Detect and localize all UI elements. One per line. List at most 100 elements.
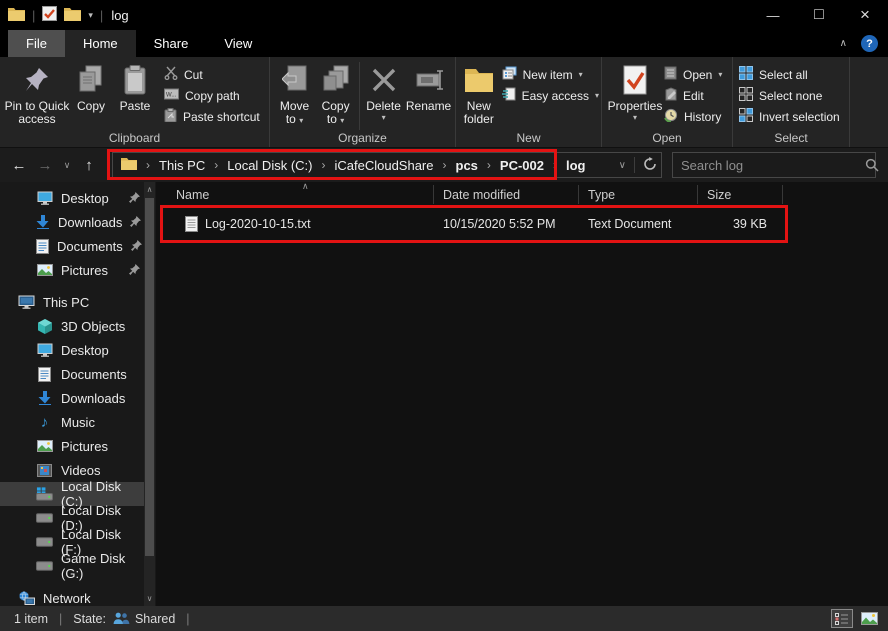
- open-dropdown-icon: ▾: [718, 70, 722, 80]
- sidebar-item-downloads[interactable]: Downloads: [0, 386, 144, 410]
- text-file-icon: [185, 216, 198, 235]
- group-label-new: New: [456, 131, 601, 145]
- refresh-icon[interactable]: [643, 157, 657, 174]
- group-label-select: Select: [733, 131, 849, 145]
- scrollbar-thumb[interactable]: [145, 198, 154, 556]
- rename-button[interactable]: Rename: [404, 60, 453, 113]
- paste-button[interactable]: Paste: [112, 60, 158, 113]
- search-box[interactable]: [672, 152, 876, 178]
- desktop-icon: [36, 191, 53, 205]
- sidebar-item-pictures-qa[interactable]: Pictures: [0, 258, 144, 282]
- sidebar-item-pictures[interactable]: Pictures: [0, 434, 144, 458]
- breadcrumb-icafecloudshare[interactable]: iCafeCloudShare: [334, 158, 433, 173]
- sidebar-item-3d-objects[interactable]: 3D Objects: [0, 314, 144, 338]
- sidebar-item-downloads-qa[interactable]: Downloads: [0, 210, 144, 234]
- minimize-button[interactable]: —: [750, 0, 796, 30]
- column-header-name[interactable]: Name: [176, 184, 209, 206]
- back-button[interactable]: ←: [6, 157, 32, 174]
- up-button[interactable]: ↑: [76, 157, 102, 174]
- delete-icon: [371, 62, 397, 98]
- breadcrumb-pcs[interactable]: pcs: [456, 158, 478, 173]
- status-bar: 1 item | State: Shared |: [0, 606, 888, 631]
- recent-locations-chevron-icon[interactable]: ∨: [58, 160, 76, 171]
- help-icon[interactable]: ?: [861, 35, 878, 52]
- copy-to-dropdown-icon: ▾: [340, 116, 344, 125]
- open-button[interactable]: Open ▾: [664, 64, 722, 85]
- sidebar-item-documents-qa[interactable]: Documents: [0, 234, 144, 258]
- pin-icon[interactable]: [131, 239, 142, 254]
- downloads-icon: [36, 215, 50, 229]
- tab-share[interactable]: Share: [136, 30, 207, 57]
- easy-access-button[interactable]: Easy access ▾: [502, 85, 599, 106]
- quick-access-toolbar: | ▾ |: [0, 6, 103, 24]
- svg-text:W...: W...: [166, 93, 177, 99]
- scroll-down-icon[interactable]: ∨: [144, 594, 155, 603]
- group-label-organize: Organize: [270, 131, 455, 145]
- easy-access-icon: [502, 87, 516, 104]
- invert-selection-button[interactable]: Invert selection: [739, 106, 840, 127]
- file-date-modified: 10/15/2020 5:52 PM: [443, 217, 556, 231]
- pin-icon[interactable]: [129, 263, 140, 278]
- paste-shortcut-button[interactable]: Paste shortcut: [164, 106, 260, 127]
- column-header-date-modified[interactable]: Date modified: [443, 184, 520, 206]
- search-input[interactable]: [673, 158, 865, 173]
- qat-properties-icon[interactable]: [42, 6, 57, 24]
- pin-to-quick-access-button[interactable]: Pin to Quick access: [4, 60, 70, 126]
- address-bar[interactable]: › This PC › Local Disk (C:) › iCafeCloud…: [112, 152, 662, 178]
- close-button[interactable]: ×: [842, 0, 888, 30]
- properties-button[interactable]: Properties▾: [606, 60, 664, 123]
- copy-to-button[interactable]: Copy to ▾: [315, 60, 356, 126]
- select-all-button[interactable]: Select all: [739, 64, 840, 85]
- tab-home[interactable]: Home: [65, 30, 136, 57]
- breadcrumb-local-disk-c[interactable]: Local Disk (C:): [227, 158, 312, 173]
- pin-icon: [24, 62, 50, 98]
- move-to-dropdown-icon: ▾: [299, 116, 303, 125]
- scroll-up-icon[interactable]: ∧: [144, 185, 155, 194]
- collapse-ribbon-icon[interactable]: ∧: [840, 38, 847, 49]
- forward-button[interactable]: →: [32, 157, 58, 174]
- edit-button[interactable]: Edit: [664, 85, 722, 106]
- pin-icon[interactable]: [129, 191, 140, 206]
- ribbon-tabstrip: File Home Share View ∧ ?: [0, 30, 888, 57]
- music-icon: ♪: [36, 414, 53, 431]
- sidebar-item-music[interactable]: ♪ Music: [0, 410, 144, 434]
- breadcrumb-this-pc[interactable]: This PC: [159, 158, 205, 173]
- sidebar-item-game-disk-g[interactable]: Game Disk (G:): [0, 554, 144, 578]
- qat-customize-chevron-icon[interactable]: ▾: [88, 10, 93, 20]
- delete-button[interactable]: Delete▾: [363, 60, 404, 123]
- sidebar-item-desktop[interactable]: Desktop: [0, 338, 144, 362]
- sort-ascending-icon: ∧: [302, 181, 309, 192]
- pin-icon[interactable]: [130, 215, 141, 230]
- sidebar-item-documents[interactable]: Documents: [0, 362, 144, 386]
- window-controls: — □ ×: [750, 0, 888, 30]
- tab-file[interactable]: File: [8, 30, 65, 57]
- sidebar-item-this-pc[interactable]: This PC: [0, 290, 144, 314]
- copy-button[interactable]: Copy: [70, 60, 112, 113]
- file-list-pane: ∧ Name Date modified Type Size Log-2020-…: [156, 182, 888, 606]
- maximize-button[interactable]: □: [796, 0, 842, 30]
- qat-new-folder-icon[interactable]: [64, 7, 81, 24]
- sidebar-item-desktop-qa[interactable]: Desktop: [0, 186, 144, 210]
- breadcrumb-log[interactable]: log: [566, 158, 586, 173]
- details-view-button[interactable]: [831, 609, 853, 628]
- tab-view[interactable]: View: [206, 30, 270, 57]
- cut-button[interactable]: Cut: [164, 64, 260, 85]
- new-item-button[interactable]: New item ▾: [502, 64, 599, 85]
- shared-people-icon: [113, 612, 130, 625]
- group-inner-divider: [359, 62, 360, 130]
- new-folder-button[interactable]: New folder: [460, 60, 498, 126]
- history-button[interactable]: History: [664, 106, 722, 127]
- breadcrumb-pc-002[interactable]: PC-002: [500, 158, 544, 173]
- address-dropdown-icon[interactable]: ∨: [619, 160, 626, 171]
- ribbon: Pin to Quick access Copy Paste: [0, 57, 888, 148]
- search-icon[interactable]: [865, 158, 887, 172]
- large-icons-view-button[interactable]: [858, 609, 880, 628]
- select-none-button[interactable]: Select none: [739, 85, 840, 106]
- sidebar-scrollbar[interactable]: ∧ ∨: [144, 182, 155, 606]
- move-to-button[interactable]: Move to ▾: [274, 60, 315, 126]
- column-header-size[interactable]: Size: [707, 184, 731, 206]
- drive-icon: [36, 537, 53, 547]
- file-row-log-txt[interactable]: Log-2020-10-15.txt 10/15/2020 5:52 PM Te…: [156, 208, 788, 240]
- column-header-type[interactable]: Type: [588, 184, 615, 206]
- copy-path-button[interactable]: W... Copy path: [164, 85, 260, 106]
